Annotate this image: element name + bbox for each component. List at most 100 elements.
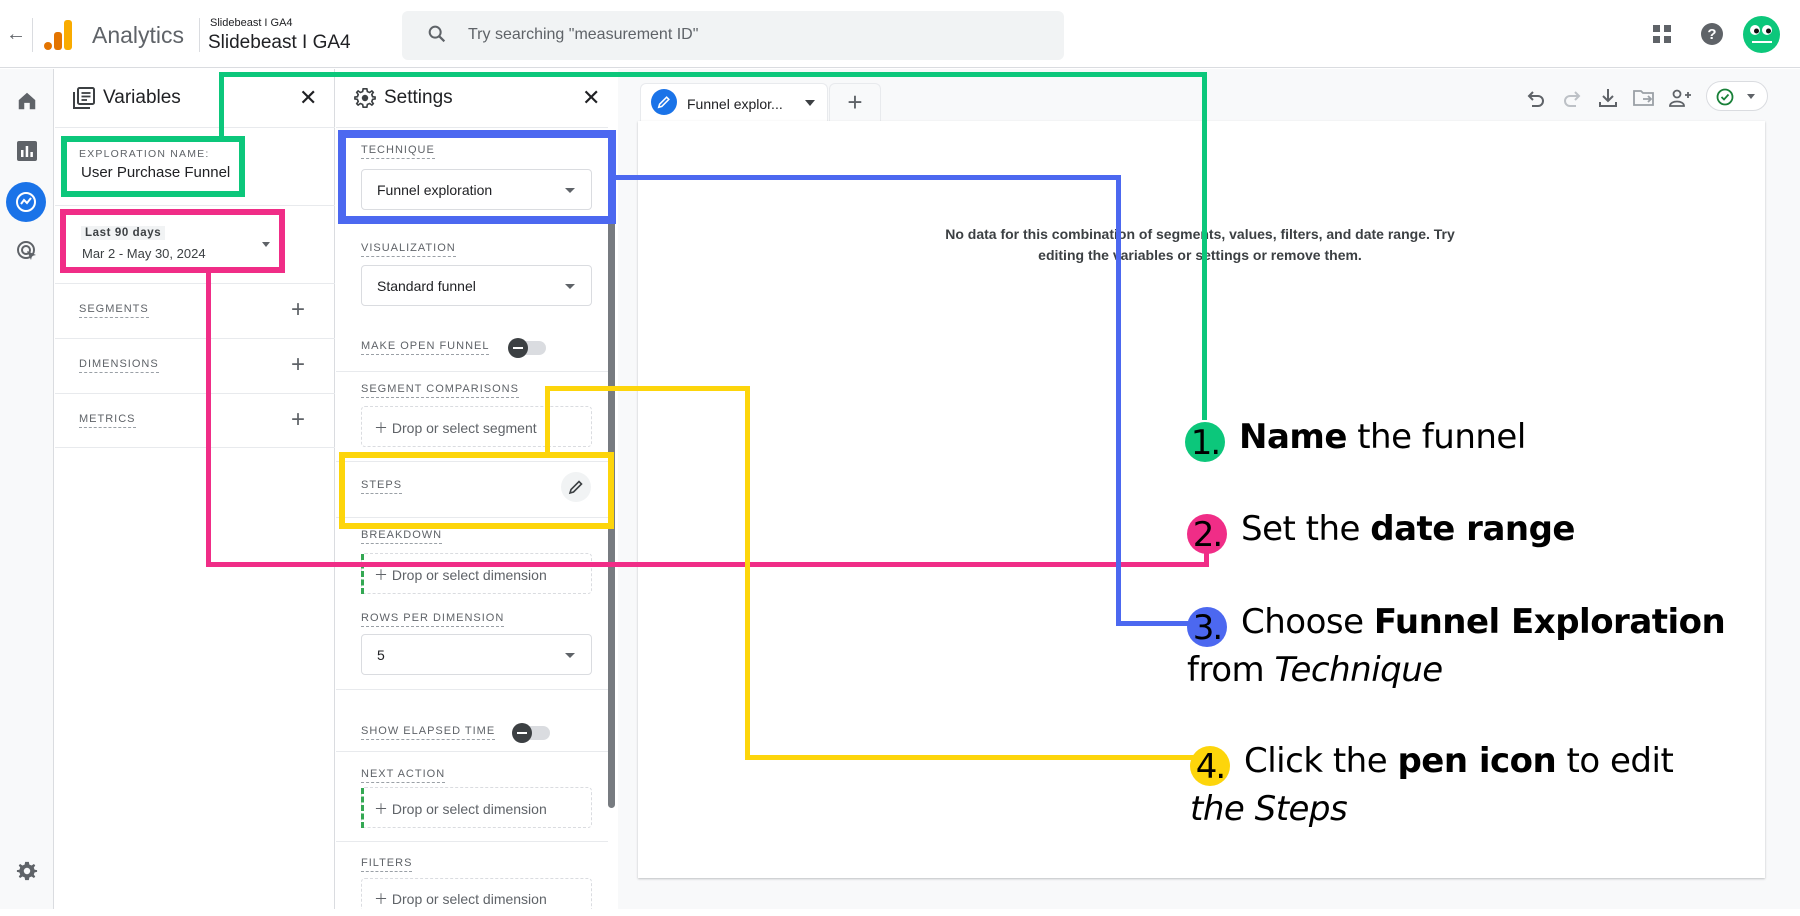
apps-grid-icon[interactable] (1652, 24, 1672, 44)
divider (199, 18, 200, 52)
annotation-box-date (60, 209, 285, 273)
visualization-value: Standard funnel (377, 278, 476, 294)
share-icon[interactable] (1668, 86, 1692, 110)
step-number-badge: 4. (1190, 746, 1230, 787)
open-funnel-toggle[interactable] (508, 338, 546, 358)
bottom-edge (0, 909, 1800, 916)
settings-header: Settings (354, 87, 453, 109)
close-settings-icon[interactable]: ✕ (582, 85, 600, 111)
advertising-icon[interactable] (13, 237, 41, 265)
annotation-line-yellow (545, 386, 550, 454)
filters-label: FILTERS (361, 857, 413, 872)
visualization-label: VISUALIZATION (361, 242, 456, 257)
svg-text:?: ? (1707, 26, 1716, 43)
chevron-down-icon (565, 653, 575, 658)
annotation-line-yellow (545, 386, 750, 391)
search-bar[interactable]: Try searching "measurement ID" (402, 11, 1064, 60)
drop-indicator (361, 788, 364, 828)
breakdown-drop-zone[interactable]: ＋ Drop or select dimension (361, 553, 592, 594)
annotation-line-blue (1116, 175, 1121, 626)
annotation-line-yellow (745, 386, 750, 760)
elapsed-time-toggle[interactable] (512, 723, 550, 743)
annotation-line-pink (206, 562, 1209, 567)
segments-section: SEGMENTS + (55, 283, 335, 338)
tab-menu-chevron-icon[interactable] (805, 100, 815, 106)
explore-icon[interactable] (6, 182, 46, 222)
step-number-badge: 3. (1187, 607, 1227, 648)
search-icon (428, 25, 446, 43)
chevron-down-icon (1747, 94, 1755, 99)
download-icon[interactable] (1596, 86, 1620, 110)
variables-title: Variables (103, 87, 181, 108)
status-check-icon (1716, 88, 1734, 106)
breakdown-label: BREAKDOWN (361, 529, 443, 544)
divider (336, 689, 608, 690)
annotation-line-yellow (745, 755, 1205, 760)
divider (32, 18, 33, 52)
divider (336, 127, 608, 128)
divider (336, 371, 608, 372)
settings-title: Settings (384, 87, 453, 108)
left-nav (0, 69, 54, 909)
annotation-box-steps (339, 452, 614, 529)
callout-step-4: 4. Click the pen icon to edit the Steps (1190, 741, 1674, 829)
top-bar: ← Analytics Slidebeast I GA4 Slidebeast … (0, 0, 1800, 68)
redo-icon[interactable] (1560, 86, 1584, 110)
settings-gear-icon (354, 88, 376, 108)
breakdown-drop-text: ＋ Drop or select dimension (374, 567, 547, 583)
callout-step-3: 3. Choose Funnel Exploration from Techniq… (1187, 602, 1726, 690)
annotation-line-blue (616, 175, 1121, 180)
reports-icon[interactable] (13, 137, 41, 165)
help-icon[interactable]: ? (1700, 22, 1724, 46)
rows-per-dimension-select[interactable]: 5 (361, 634, 592, 675)
metrics-section: METRICS + (55, 393, 335, 448)
divider (336, 841, 608, 842)
account-name[interactable]: Slidebeast I GA4 (210, 17, 293, 29)
analytics-logo-icon[interactable] (44, 20, 72, 50)
arrow-back-icon[interactable]: ← (4, 22, 28, 46)
visualization-select[interactable]: Standard funnel (361, 265, 592, 306)
avatar[interactable] (1743, 16, 1780, 53)
segment-drop-text: ＋ Drop or select segment (374, 420, 537, 436)
undo-icon[interactable] (1524, 86, 1548, 110)
annotation-box-technique (338, 130, 616, 224)
segment-comparisons-label: SEGMENT COMPARISONS (361, 383, 519, 398)
divider (336, 751, 608, 752)
ga4-explore-screen: ← Analytics Slidebeast I GA4 Slidebeast … (0, 0, 1800, 916)
next-action-drop-text: ＋ Drop or select dimension (374, 801, 547, 817)
dimensions-label: DIMENSIONS (79, 358, 159, 373)
annotation-box-name (61, 136, 245, 197)
step-number-badge: 2. (1187, 514, 1227, 555)
filters-drop-text: ＋ Drop or select dimension (374, 891, 547, 907)
add-segment-button[interactable]: + (291, 296, 305, 324)
next-action-drop-zone[interactable]: ＋ Drop or select dimension (361, 787, 592, 828)
filters-drop-zone[interactable]: ＋ Drop or select dimension (361, 878, 592, 909)
admin-gear-icon[interactable] (13, 857, 41, 885)
metrics-label: METRICS (79, 413, 136, 428)
app-name: Analytics (92, 22, 185, 48)
callout-step-2: 2. Set the date range (1187, 506, 1575, 555)
search-input[interactable]: Try searching "measurement ID" (468, 26, 698, 44)
move-to-folder-icon[interactable] (1632, 86, 1656, 110)
home-icon[interactable] (13, 87, 41, 115)
add-dimension-button[interactable]: + (291, 351, 305, 379)
dimensions-section: DIMENSIONS + (55, 338, 335, 393)
tab-label: Funnel explor... (687, 96, 783, 112)
property-name[interactable]: Slidebeast I GA4 (208, 32, 351, 54)
close-variables-icon[interactable]: ✕ (299, 85, 317, 111)
rows-value: 5 (377, 647, 385, 663)
tab-funnel-exploration[interactable]: Funnel explor... (640, 83, 828, 121)
step-number-badge: 1. (1185, 422, 1225, 463)
drop-indicator (361, 554, 364, 594)
segment-drop-zone[interactable]: ＋ Drop or select segment (361, 406, 592, 447)
rows-per-dimension-label: ROWS PER DIMENSION (361, 612, 505, 627)
next-action-label: NEXT ACTION (361, 768, 446, 783)
add-tab-button[interactable]: + (829, 83, 881, 121)
add-metric-button[interactable]: + (291, 406, 305, 434)
save-status-button[interactable] (1706, 81, 1768, 111)
segments-label: SEGMENTS (79, 303, 149, 318)
chevron-down-icon (565, 284, 575, 289)
callout-step-1: 1. Name the funnel (1185, 414, 1526, 463)
variables-icon (73, 87, 95, 109)
no-data-message: No data for this combination of segments… (945, 226, 1455, 263)
